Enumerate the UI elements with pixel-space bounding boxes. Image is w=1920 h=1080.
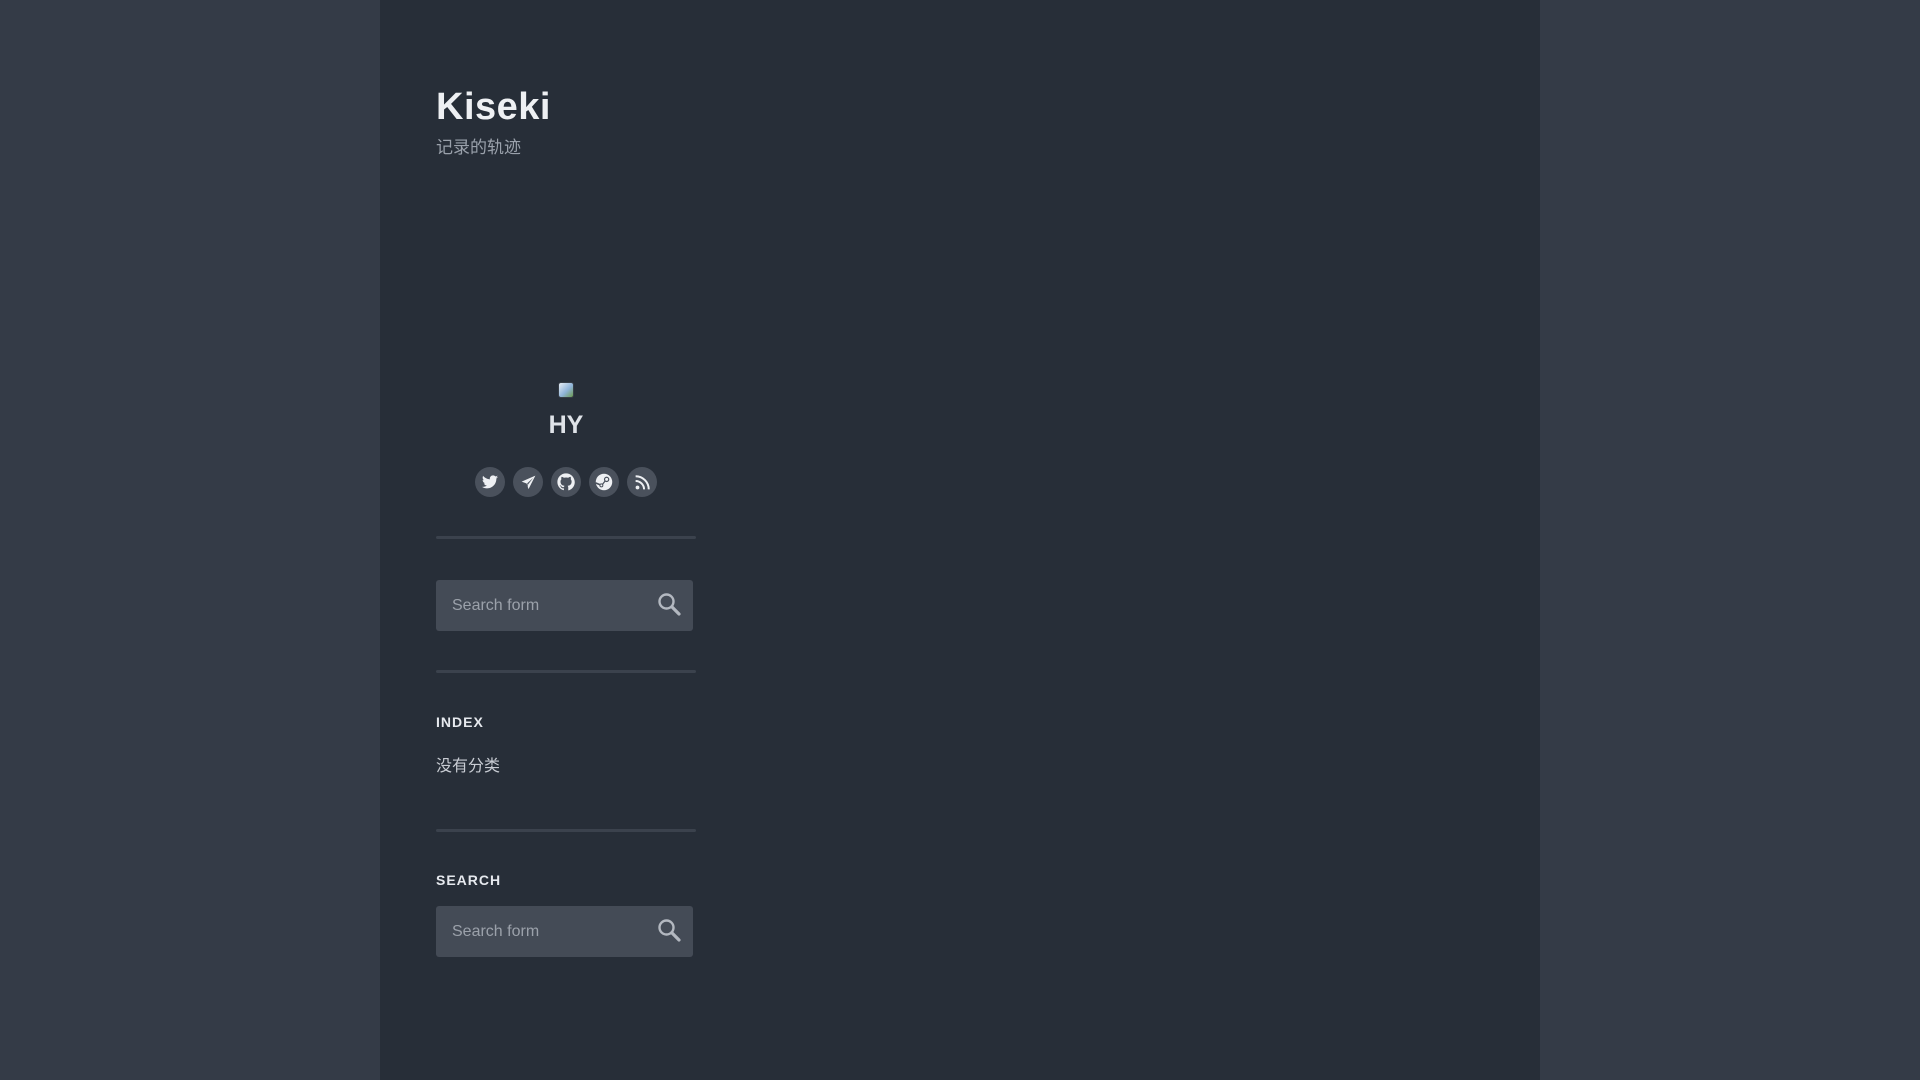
search-button[interactable] [655,918,683,946]
divider [436,670,696,673]
author-name: HY [548,411,584,439]
twitter-icon [482,475,498,489]
main-panel: Kiseki 记录的轨迹 HY Search form INDEX 没有分类 S… [380,0,1540,1080]
search-input[interactable] [436,906,652,957]
twitter-link[interactable] [475,467,505,497]
telegram-icon [521,475,536,490]
search-icon [657,918,681,947]
search-button[interactable] [655,592,683,620]
rss-link[interactable] [627,467,657,497]
steam-link[interactable] [589,467,619,497]
search-input[interactable] [436,580,652,631]
category-link[interactable]: 没有分类 [436,756,500,778]
search-form-top [436,580,693,631]
site-title[interactable]: Kiseki [436,84,551,130]
divider [436,829,696,832]
rss-icon [635,474,650,490]
avatar [559,383,573,397]
social-links [436,467,696,497]
github-icon [557,473,575,491]
search-icon [657,592,681,621]
site-subtitle: 记录的轨迹 [436,138,521,157]
github-link[interactable] [551,467,581,497]
search-widget-title: SEARCH [436,872,502,888]
steam-icon [595,473,613,491]
index-widget-title: INDEX [436,714,484,730]
search-form-widget [436,906,693,957]
telegram-link[interactable] [513,467,543,497]
divider [436,536,696,539]
